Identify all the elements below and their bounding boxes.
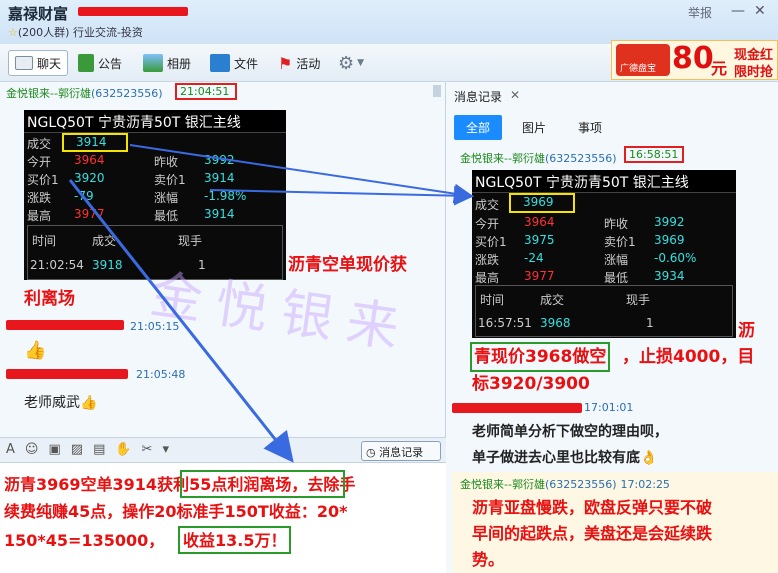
arrow-to-summary [68, 179, 294, 463]
arrow-entry-to-exit [129, 144, 474, 204]
annotation-arrows [68, 144, 474, 463]
